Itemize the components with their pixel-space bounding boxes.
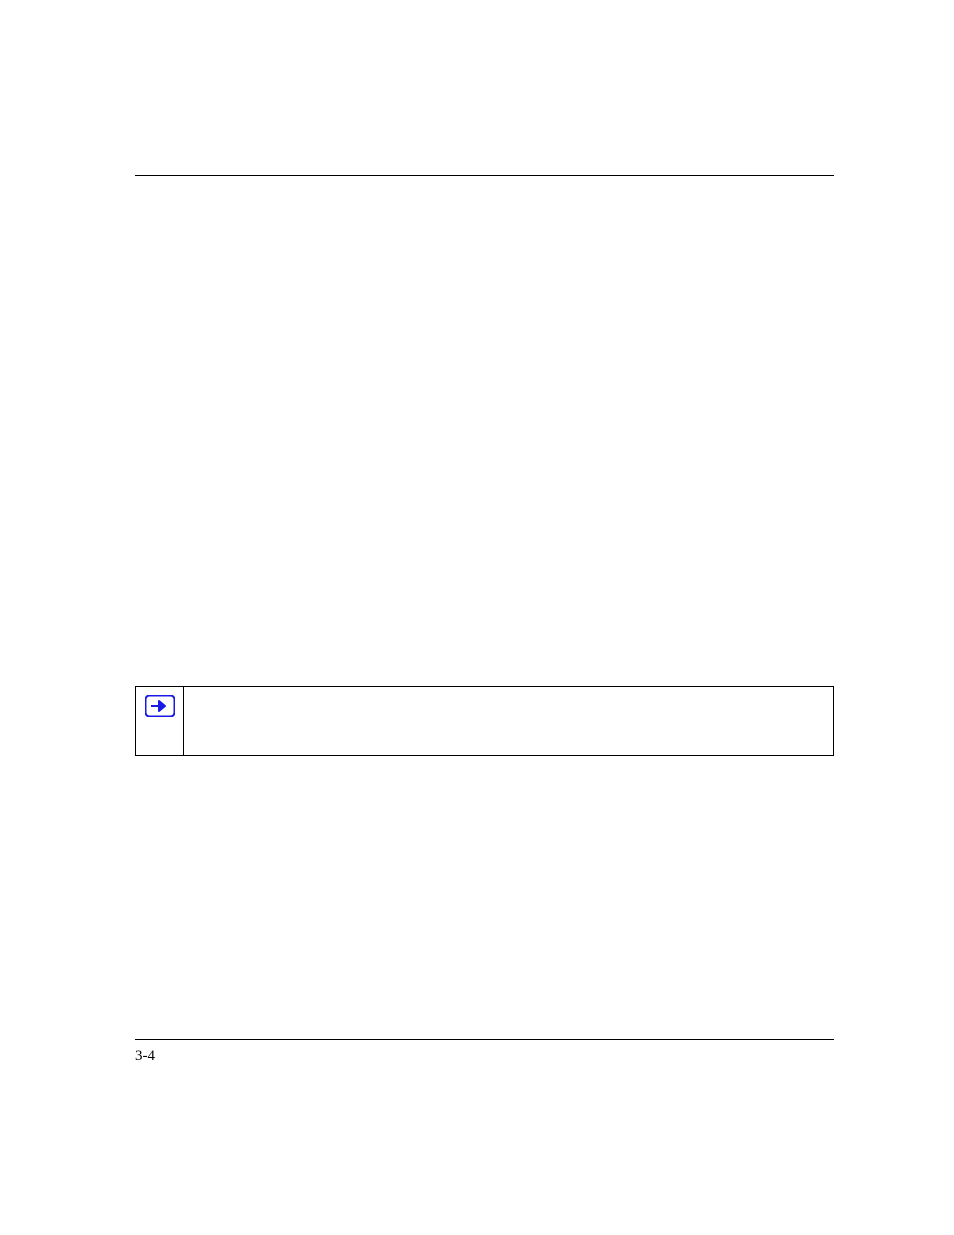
note-icon-cell: [136, 687, 184, 755]
page-number: 3-4: [135, 1048, 155, 1065]
document-page: 3-4: [0, 0, 954, 1235]
arrow-right-icon: [145, 695, 175, 717]
page-content: [135, 176, 834, 756]
page-header: [135, 138, 834, 176]
footer-rule: [135, 1039, 834, 1040]
note-text: [184, 687, 833, 755]
note-callout: [135, 686, 834, 756]
